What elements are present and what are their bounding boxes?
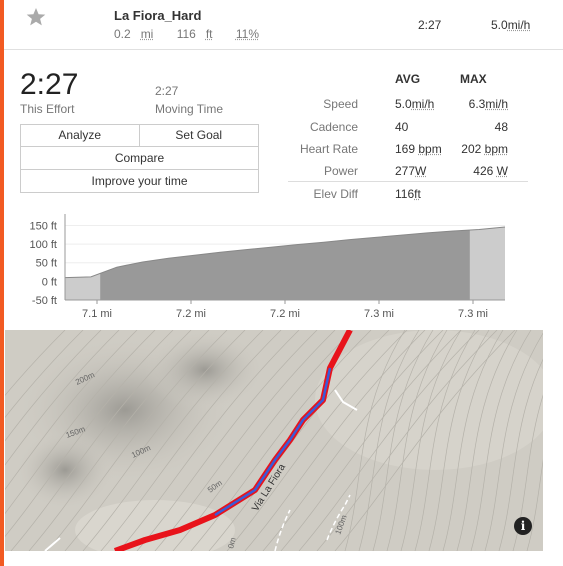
moving-time-label: Moving Time — [155, 102, 224, 116]
stat-row-elev-diff: Elev Diff 116ft — [288, 187, 528, 209]
max-header: MAX — [460, 72, 487, 86]
effort-actions: Analyze Set Goal Compare Improve your ti… — [20, 124, 259, 193]
segment-elevation: 116 ft — [176, 27, 213, 41]
stat-avg: 277W — [395, 164, 427, 178]
stat-label: Elev Diff — [313, 187, 358, 201]
stat-label: Heart Rate — [299, 142, 358, 156]
hill-shading — [15, 430, 115, 510]
avg-header: AVG — [395, 72, 421, 86]
x-tick-label: 7.2 mi — [176, 308, 206, 320]
segment-distance: 0.2 mi — [114, 27, 154, 41]
stat-max: 426 W — [473, 164, 508, 178]
stat-row-heart-rate: Heart Rate 169 bpm 202 bpm — [288, 142, 528, 164]
segment-speed: 5.0mi/h — [491, 18, 531, 32]
x-tick-label: 7.3 mi — [458, 308, 488, 320]
segment-time: 2:27 — [418, 18, 442, 32]
x-tick-label: 7.2 mi — [270, 308, 300, 320]
segment-row[interactable]: La Fiora_Hard 0.2 mi 116 ft 11% 2:27 5.0mi… — [4, 0, 563, 50]
stat-max: 202 bpm — [461, 142, 508, 156]
effort-time: 2:27 — [20, 68, 79, 101]
analyze-button[interactable]: Analyze — [20, 124, 140, 147]
segment-name[interactable]: La Fiora_Hard — [114, 8, 201, 23]
y-tick-label: 100 ft — [29, 239, 57, 251]
elevation-chart[interactable]: 150 ft 100 ft 50 ft 0 ft -50 ft 7.1 mi 7.2 mi 7… — [20, 210, 510, 325]
elevation-chart-svg: 150 ft 100 ft 50 ft 0 ft -50 ft 7.1 mi 7.2 mi 7… — [29, 214, 506, 320]
stat-row-speed: Speed 5.0mi/h 6.3mi/h — [288, 97, 528, 119]
accent-bar — [0, 0, 4, 566]
stat-row-power: Power 277W 426 W — [288, 164, 528, 186]
stat-max: 48 — [494, 120, 508, 134]
stat-avg: 40 — [395, 120, 409, 134]
stat-row-cadence: Cadence 40 48 — [288, 120, 528, 142]
stat-label: Speed — [323, 97, 358, 111]
set-goal-button[interactable]: Set Goal — [139, 124, 259, 147]
compare-button[interactable]: Compare — [20, 147, 259, 170]
x-tick-label: 7.3 mi — [364, 308, 394, 320]
stat-avg: 116ft — [395, 187, 421, 201]
moving-time: 2:27 — [155, 84, 179, 98]
y-tick-label: -50 ft — [32, 295, 57, 307]
stat-label: Power — [323, 164, 358, 178]
segment-grade: 11% — [235, 27, 259, 41]
stat-avg: 5.0mi/h — [395, 97, 435, 111]
stats-divider — [288, 181, 528, 182]
segment-stats: 0.2 mi 116 ft 11% — [114, 27, 269, 41]
elevation-area-segment — [100, 230, 470, 300]
effort-time-label: This Effort — [20, 102, 75, 116]
y-tick-label: 50 ft — [36, 258, 57, 270]
stat-avg: 169 bpm — [395, 142, 442, 156]
stat-max: 6.3mi/h — [468, 97, 508, 111]
hill-shading — [145, 330, 265, 410]
y-tick-label: 0 ft — [42, 276, 57, 288]
action-row: Analyze Set Goal — [20, 124, 259, 147]
y-tick-label: 150 ft — [29, 220, 57, 232]
x-tick-label: 7.1 mi — [82, 308, 112, 320]
info-icon[interactable]: i — [514, 517, 532, 535]
star-icon[interactable] — [26, 7, 46, 27]
route-map[interactable]: Via La Fiora 200m 150m 100m 50m 100m 0m … — [5, 330, 543, 551]
improve-time-button[interactable]: Improve your time — [20, 170, 259, 193]
stat-label: Cadence — [309, 120, 358, 134]
map-svg: Via La Fiora 200m 150m 100m 50m 100m 0m — [5, 330, 543, 551]
